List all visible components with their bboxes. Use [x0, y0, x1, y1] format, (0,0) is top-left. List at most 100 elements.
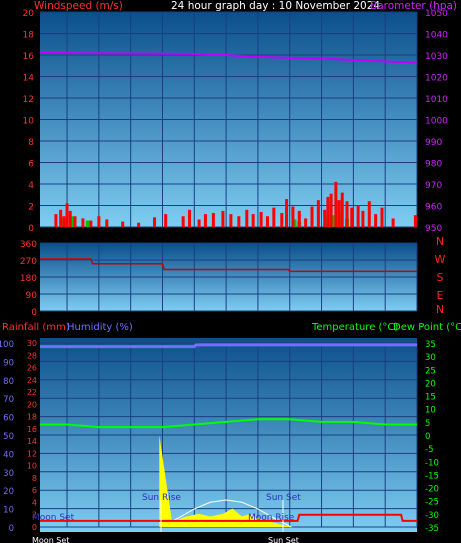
compass-label: E [437, 289, 444, 302]
wind-bar [265, 216, 269, 227]
rainfall-tick-label: 14 [27, 437, 37, 446]
x-tick-label: 06 [125, 534, 137, 543]
windspeed-tick-label: 10 [23, 117, 35, 127]
temperature-tick-label: 0 [425, 432, 430, 442]
humidity-tick-label: 50 [3, 432, 14, 442]
rainfall-tick-label: 28 [27, 351, 37, 360]
x-tick-label: 02 [61, 232, 72, 242]
wind-bar [73, 216, 77, 227]
humidity-title: Humidity (%) [67, 322, 133, 333]
wind-bar [340, 192, 344, 227]
wind-bar [337, 200, 341, 227]
sun-rise-label: Sun Rise [142, 493, 181, 503]
humidity-tick-label: 100 [0, 340, 14, 350]
rainfall-tick-label: 0 [32, 523, 37, 532]
wind-bar [413, 215, 417, 227]
x-tick-label: 12 [220, 232, 231, 242]
temperature-tick-label: -35 [425, 524, 439, 534]
x-tick-label: 14 [252, 232, 264, 242]
barometer-tick-label: 1020 [425, 74, 448, 84]
wind-bar [237, 216, 241, 227]
wind-bar [153, 217, 157, 227]
temperature-tick-label: 5 [425, 419, 430, 429]
x-tick-label: 10 [189, 232, 201, 242]
wind-bar [97, 216, 101, 227]
bottom-moon-set-label: Moon Set [32, 536, 69, 543]
wind-bar [121, 221, 125, 227]
rainfall-tick-label: 30 [27, 339, 37, 348]
barometer-tick-label: 970 [425, 181, 442, 191]
wind-bar [329, 193, 333, 227]
temperature-tick-label: -25 [425, 498, 439, 508]
wind-bar [181, 216, 185, 227]
wind-bar [251, 214, 255, 227]
wind-bar [259, 211, 263, 227]
temperature-tick-label: 30 [425, 353, 436, 363]
windspeed-tick-label: 16 [23, 52, 35, 62]
wind-bar [291, 206, 295, 227]
x-tick-label: 18 [316, 534, 328, 543]
temperature-tick-label: -20 [425, 485, 439, 495]
rainfall-axis: 024681012141618202224262830 [27, 339, 37, 532]
x-tick-label: 06 [125, 232, 137, 242]
sun-set-label: Sun Set [266, 493, 301, 503]
x-tick-label: 00 [411, 232, 423, 242]
barometer-tick-label: 990 [425, 138, 442, 148]
wind-bar [105, 219, 109, 227]
barometer-tick-label: 1030 [425, 52, 448, 62]
windspeed-tick-label: 2 [28, 203, 34, 213]
wind-bar [65, 203, 69, 227]
wind-bar [203, 214, 207, 227]
x-tick-label: 22 [379, 534, 390, 543]
x-tick-label: 08 [157, 534, 169, 543]
temperature-time-axis: 02 04 06 08 10 12 14 16 18 20 22 00 [61, 534, 423, 543]
rainfall-title: Rainfall (mm) [2, 322, 70, 333]
wind-bar [345, 201, 349, 227]
temperature-tick-label: 20 [425, 379, 436, 389]
x-tick-label: 08 [157, 232, 169, 242]
wind-bar [297, 210, 301, 227]
rainfall-tick-label: 6 [32, 486, 37, 495]
x-tick-label: 04 [93, 232, 105, 242]
temperature-tick-label: 10 [425, 406, 436, 416]
barometer-tick-label: 1010 [425, 95, 448, 105]
wind-bar [164, 214, 168, 227]
compass-label: N [436, 303, 444, 316]
humidity-tick-label: 90 [3, 358, 14, 368]
wind-bar [54, 214, 58, 227]
direction-tick-label: 0 [31, 308, 37, 318]
temperature-tick-label: 25 [425, 366, 436, 376]
x-tick-label: 14 [252, 534, 264, 543]
wind-bar [374, 214, 378, 227]
barometer-tick-label: 1040 [425, 31, 448, 41]
rainfall-tick-label: 4 [32, 498, 37, 507]
wind-bar [59, 209, 63, 227]
windspeed-tick-label: 6 [28, 160, 34, 170]
humidity-tick-label: 60 [3, 414, 14, 424]
temperature-tick-label: -10 [425, 458, 439, 468]
dewpoint-title: Dew Point (°C) [393, 322, 461, 333]
windspeed-tick-label: 20 [23, 9, 35, 19]
barometer-tick-label: 1050 [425, 9, 448, 19]
wind-bar [326, 196, 330, 227]
temperature-tick-label: 35 [425, 340, 436, 350]
temperature-tick-label: 15 [425, 393, 436, 403]
barometer-tick-label: 1000 [425, 117, 448, 127]
x-tick-label: 12 [220, 534, 231, 543]
humidity-tick-label: 40 [3, 450, 14, 460]
rainfall-tick-label: 12 [27, 449, 37, 458]
wind-bar [245, 209, 249, 227]
wind-bar [229, 214, 233, 227]
humidity-tick-label: 70 [3, 395, 14, 405]
wind-bar [323, 209, 327, 227]
barometer-tick-label: 960 [425, 203, 442, 213]
wind-bar [285, 199, 289, 227]
moon-set-label: Moon Set [32, 513, 75, 523]
humidity-tick-label: 80 [3, 377, 14, 387]
x-tick-label: 00 [411, 534, 423, 543]
wind-bar [221, 210, 225, 227]
gust-bar [85, 220, 90, 227]
windspeed-tick-label: 12 [23, 95, 34, 105]
compass-label: W [435, 253, 446, 266]
wind-bar [356, 205, 360, 227]
